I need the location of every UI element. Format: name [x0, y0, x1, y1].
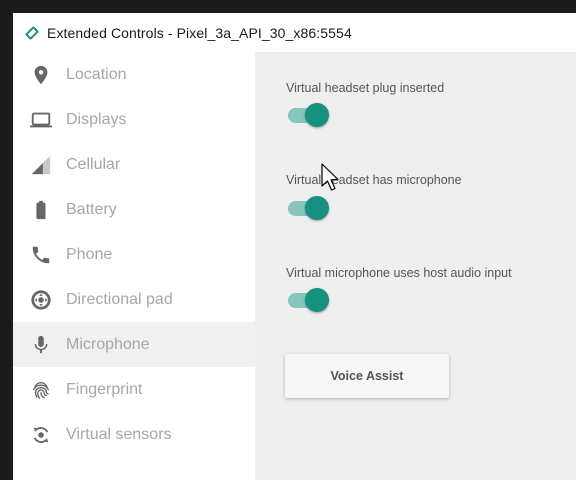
- location-pin-icon: [30, 64, 52, 86]
- headset-microphone-toggle[interactable]: [286, 195, 330, 221]
- toggle-thumb: [305, 288, 329, 312]
- headset-microphone-label: Virtual headset has microphone: [286, 173, 462, 187]
- rotate-sensor-icon: [30, 424, 52, 446]
- sidebar-item-label: Displays: [66, 110, 127, 128]
- title-bar[interactable]: Extended Controls - Pixel_3a_API_30_x86:…: [13, 13, 576, 52]
- host-audio-input-toggle[interactable]: [286, 287, 330, 313]
- sidebar-item-label: Microphone: [66, 335, 150, 353]
- sidebar-item-cellular[interactable]: Cellular: [13, 142, 255, 187]
- sidebar-item-virtual-sensors[interactable]: Virtual sensors: [13, 412, 255, 457]
- toggle-thumb: [305, 196, 329, 220]
- headset-plug-label: Virtual headset plug inserted: [286, 81, 445, 95]
- sidebar-item-location[interactable]: Location: [13, 52, 255, 97]
- sidebar-item-directional-pad[interactable]: Directional pad: [13, 277, 255, 322]
- phone-icon: [30, 244, 52, 266]
- sidebar-item-label: Fingerprint: [66, 380, 143, 398]
- headset-plug-toggle[interactable]: [286, 102, 330, 128]
- sidebar-item-phone[interactable]: Phone: [13, 232, 255, 277]
- sidebar-item-microphone[interactable]: Microphone: [13, 322, 255, 367]
- sidebar-item-label: Battery: [66, 200, 117, 218]
- dpad-icon: [30, 289, 52, 311]
- sidebar-item-fingerprint[interactable]: Fingerprint: [13, 367, 255, 412]
- battery-icon: [30, 199, 52, 221]
- host-audio-input-label: Virtual microphone uses host audio input: [286, 266, 512, 280]
- sidebar-item-label: Cellular: [66, 155, 121, 173]
- signal-icon: [30, 154, 52, 176]
- voice-assist-button[interactable]: Voice Assist: [285, 354, 449, 398]
- extended-controls-window: Extended Controls - Pixel_3a_API_30_x86:…: [13, 13, 576, 480]
- toggle-thumb: [305, 103, 329, 127]
- microphone-icon: [30, 334, 52, 356]
- mouse-cursor-icon: [321, 163, 339, 191]
- emulator-app-icon: [25, 26, 39, 39]
- fingerprint-icon: [30, 379, 52, 401]
- sidebar-item-label: Directional pad: [66, 290, 173, 308]
- sidebar-item-battery[interactable]: Battery: [13, 187, 255, 232]
- microphone-panel: Virtual headset plug inserted Virtual he…: [255, 52, 576, 480]
- sidebar-item-label: Phone: [66, 245, 113, 263]
- laptop-icon: [30, 109, 52, 131]
- window-title: Extended Controls - Pixel_3a_API_30_x86:…: [47, 24, 352, 41]
- sidebar-item-label: Virtual sensors: [66, 425, 172, 443]
- sidebar-item-label: Location: [66, 65, 127, 83]
- sidebar: Location Displays Cellular Battery Phone: [13, 52, 255, 480]
- sidebar-item-displays[interactable]: Displays: [13, 97, 255, 142]
